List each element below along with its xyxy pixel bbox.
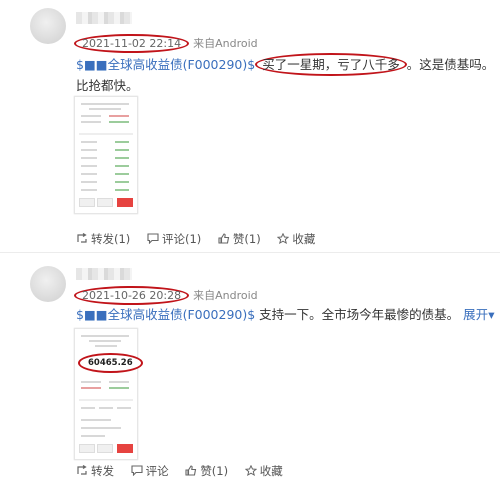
- source-label: 来自Android: [193, 289, 258, 302]
- username-redacted: [76, 12, 132, 24]
- avatar[interactable]: [30, 8, 66, 44]
- favorite-button[interactable]: 收藏: [244, 463, 283, 479]
- like-button[interactable]: 赞(1): [218, 231, 261, 247]
- timestamp[interactable]: 2021-11-02 22:14: [74, 34, 190, 53]
- action-bar: 转发(1) 评论(1) 赞(1) 收藏: [76, 231, 328, 247]
- timestamp[interactable]: 2021-10-26 20:28: [74, 286, 190, 305]
- avatar[interactable]: [30, 266, 66, 302]
- repost-icon: [76, 233, 88, 244]
- favorite-icon: [244, 465, 257, 476]
- username-redacted: [76, 268, 132, 280]
- comment-icon: [147, 233, 159, 244]
- post-text: $■■全球高收益债(F000290)$ 支持一下。全市场今年最惨的债基。 展开▾: [76, 305, 496, 324]
- post-text: $■■全球高收益债(F000290)$ 买了一星期，亏了八千多 。这是债基吗。比抢都…: [76, 53, 496, 114]
- highlighted-text: 买了一星期，亏了八千多: [255, 53, 407, 76]
- fund-link[interactable]: $■■全球高收益债(F000290)$: [76, 307, 255, 322]
- source-label: 来自Android: [193, 37, 258, 50]
- comment-button[interactable]: 评论: [131, 463, 169, 479]
- post-meta: 2021-11-02 22:14 来自Android: [74, 34, 258, 53]
- fund-link[interactable]: $■■全球高收益债(F000290)$: [76, 57, 255, 72]
- screenshot-thumbnail[interactable]: [74, 96, 138, 214]
- comment-icon: [131, 465, 143, 476]
- like-icon: [218, 233, 230, 244]
- action-bar: 转发 评论 赞(1) 收藏: [76, 463, 296, 479]
- like-button[interactable]: 赞(1): [185, 463, 228, 479]
- expand-link[interactable]: 展开▾: [463, 307, 494, 322]
- holding-amount: 60465.26: [78, 353, 143, 373]
- comment-button[interactable]: 评论(1): [147, 231, 201, 247]
- favorite-icon: [277, 233, 290, 244]
- like-icon: [185, 465, 197, 476]
- post-1: 2021-11-02 22:14 来自Android $■■全球高收益债(F000…: [0, 0, 500, 252]
- repost-button[interactable]: 转发: [76, 463, 114, 479]
- post-meta: 2021-10-26 20:28 来自Android: [74, 286, 258, 305]
- post-body: 支持一下。全市场今年最惨的债基。: [259, 307, 460, 322]
- post-2: 2021-10-26 20:28 来自Android $■■全球高收益债(F000…: [0, 254, 500, 484]
- repost-button[interactable]: 转发(1): [76, 231, 130, 247]
- screenshot-thumbnail[interactable]: 60465.26: [74, 328, 143, 460]
- favorite-button[interactable]: 收藏: [277, 231, 315, 247]
- repost-icon: [76, 465, 88, 476]
- post-divider: [0, 252, 500, 253]
